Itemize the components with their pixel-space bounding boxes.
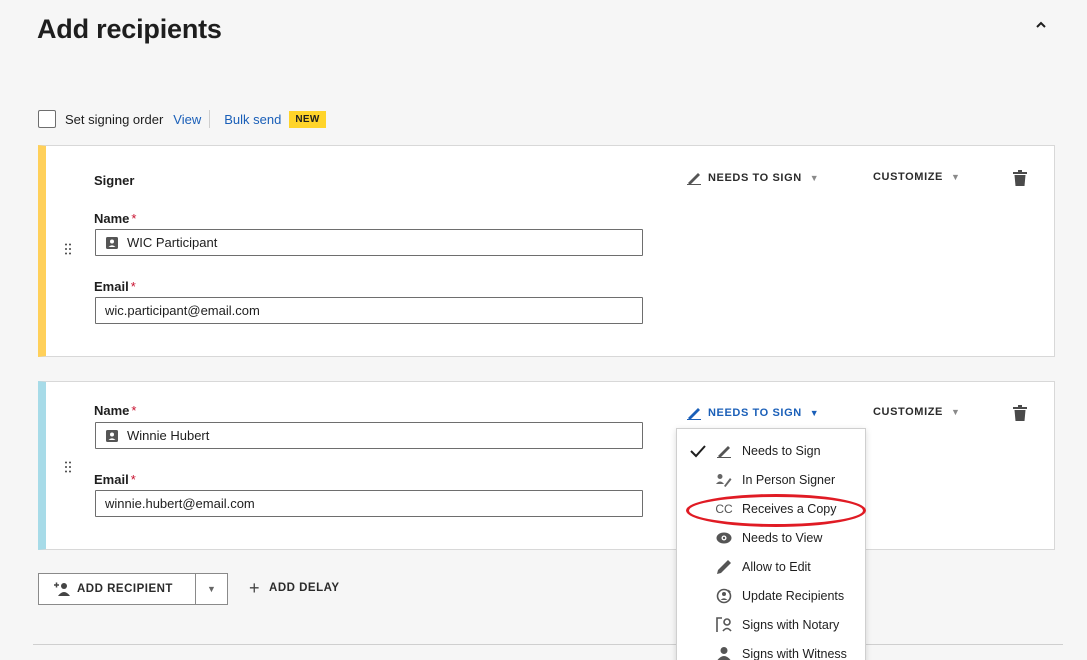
- name-label: Name *: [94, 403, 136, 418]
- menu-item-label: Signs with Witness: [742, 646, 847, 660]
- name-label-text: Name: [94, 211, 130, 226]
- recipient-action-dropdown[interactable]: NEEDS TO SIGN ▼: [686, 171, 819, 185]
- caret-down-icon: ▼: [809, 173, 820, 183]
- add-recipients-page: Add recipients Set signing order View Bu…: [0, 0, 1087, 660]
- section-divider: [33, 644, 1063, 645]
- drag-handle[interactable]: [62, 459, 74, 475]
- add-recipient-label: ADD RECIPIENT: [77, 583, 173, 595]
- menu-item-needs-to-view[interactable]: Needs to View: [677, 523, 865, 552]
- required-marker: *: [130, 279, 136, 294]
- customize-dropdown[interactable]: CUSTOMIZE ▼: [873, 406, 961, 418]
- signing-order-checkbox[interactable]: [38, 110, 56, 128]
- update-recipients-icon: [715, 587, 733, 605]
- contact-card-icon[interactable]: [105, 236, 119, 250]
- name-field[interactable]: WIC Participant: [95, 229, 643, 256]
- in-person-icon: [715, 471, 733, 489]
- email-label-text: Email: [94, 279, 129, 294]
- add-recipient-button[interactable]: ADD RECIPIENT: [39, 574, 195, 604]
- customize-dropdown[interactable]: CUSTOMIZE ▼: [873, 171, 961, 183]
- notary-icon: [715, 616, 733, 634]
- signing-order-row: Set signing order View Bulk send NEW: [38, 109, 326, 129]
- view-link[interactable]: View: [173, 112, 201, 127]
- trash-icon[interactable]: [1013, 405, 1027, 421]
- recipient-action-menu: Needs to Sign In Person Signer CC Receiv…: [676, 428, 866, 660]
- menu-item-signs-with-notary[interactable]: Signs with Notary: [677, 610, 865, 639]
- plus-icon: +: [249, 577, 261, 598]
- required-marker: *: [130, 472, 136, 487]
- email-label: Email *: [94, 279, 136, 294]
- drag-handle-icon: [65, 243, 71, 255]
- action-label: NEEDS TO SIGN: [708, 407, 802, 419]
- email-value: wic.participant@email.com: [105, 303, 260, 318]
- email-value: winnie.hubert@email.com: [105, 496, 255, 511]
- action-label: NEEDS TO SIGN: [708, 172, 802, 184]
- add-delay-label: ADD DELAY: [269, 582, 340, 594]
- contact-card-icon[interactable]: [105, 429, 119, 443]
- menu-item-label: Allow to Edit: [742, 559, 811, 574]
- caret-down-icon: ▼: [207, 584, 216, 594]
- name-field[interactable]: Winnie Hubert: [95, 422, 643, 449]
- email-field[interactable]: wic.participant@email.com: [95, 297, 643, 324]
- recipient-action-dropdown[interactable]: NEEDS TO SIGN ▼: [686, 406, 819, 420]
- menu-item-needs-to-sign[interactable]: Needs to Sign: [677, 436, 865, 465]
- caret-down-icon: ▼: [950, 407, 961, 417]
- recipient-card-2: Name * Winnie Hubert Email * winnie.hubert…: [38, 381, 1055, 550]
- name-label: Name *: [94, 211, 136, 226]
- caret-down-icon: ▼: [809, 408, 820, 418]
- trash-icon[interactable]: [1013, 170, 1027, 186]
- menu-item-signs-with-witness[interactable]: Signs with Witness: [677, 639, 865, 660]
- menu-item-label: In Person Signer: [742, 472, 836, 487]
- email-label-text: Email: [94, 472, 129, 487]
- page-title: Add recipients: [37, 14, 222, 44]
- drag-handle[interactable]: [62, 241, 74, 257]
- menu-item-label: Signs with Notary: [742, 617, 840, 632]
- menu-item-label: Update Recipients: [742, 588, 845, 603]
- menu-item-label: Needs to Sign: [742, 443, 821, 458]
- pen-icon: [687, 173, 701, 185]
- caret-down-icon: ▼: [950, 172, 961, 182]
- link-divider: [209, 110, 211, 128]
- new-badge: NEW: [289, 110, 326, 128]
- witness-icon: [715, 645, 733, 660]
- name-value: Winnie Hubert: [127, 428, 210, 443]
- signing-order-label: Set signing order: [65, 111, 164, 127]
- role-label: Signer: [94, 173, 135, 188]
- customize-label: CUSTOMIZE: [873, 171, 943, 183]
- menu-item-allow-to-edit[interactable]: Allow to Edit: [677, 552, 865, 581]
- customize-label: CUSTOMIZE: [873, 406, 943, 418]
- recipient-card-1: Signer Name * WIC Participant Email * wic.…: [38, 145, 1055, 357]
- required-marker: *: [131, 403, 137, 418]
- menu-item-label: Needs to View: [742, 530, 823, 545]
- drag-handle-icon: [65, 461, 71, 473]
- menu-item-update-recipients[interactable]: Update Recipients: [677, 581, 865, 610]
- eye-icon: [715, 529, 733, 547]
- menu-item-in-person-signer[interactable]: In Person Signer: [677, 465, 865, 494]
- add-recipient-dropdown-toggle[interactable]: ▼: [196, 574, 227, 604]
- add-delay-button[interactable]: + ADD DELAY: [249, 578, 340, 598]
- pencil-icon: [715, 558, 733, 576]
- add-recipient-split-button: ADD RECIPIENT ▼: [38, 573, 228, 605]
- pen-icon: [687, 408, 701, 420]
- bulk-send-link[interactable]: Bulk send: [224, 112, 281, 127]
- name-value: WIC Participant: [127, 235, 218, 250]
- collapse-section-button[interactable]: [1032, 16, 1050, 34]
- email-field[interactable]: winnie.hubert@email.com: [95, 490, 643, 517]
- highlight-annotation-ring: [686, 494, 866, 527]
- required-marker: *: [131, 211, 137, 226]
- pen-icon: [715, 442, 733, 460]
- checkmark-icon: [690, 443, 706, 459]
- add-person-icon: [54, 582, 70, 596]
- chevron-up-icon: [1036, 21, 1046, 28]
- name-label-text: Name: [94, 403, 130, 418]
- email-label: Email *: [94, 472, 136, 487]
